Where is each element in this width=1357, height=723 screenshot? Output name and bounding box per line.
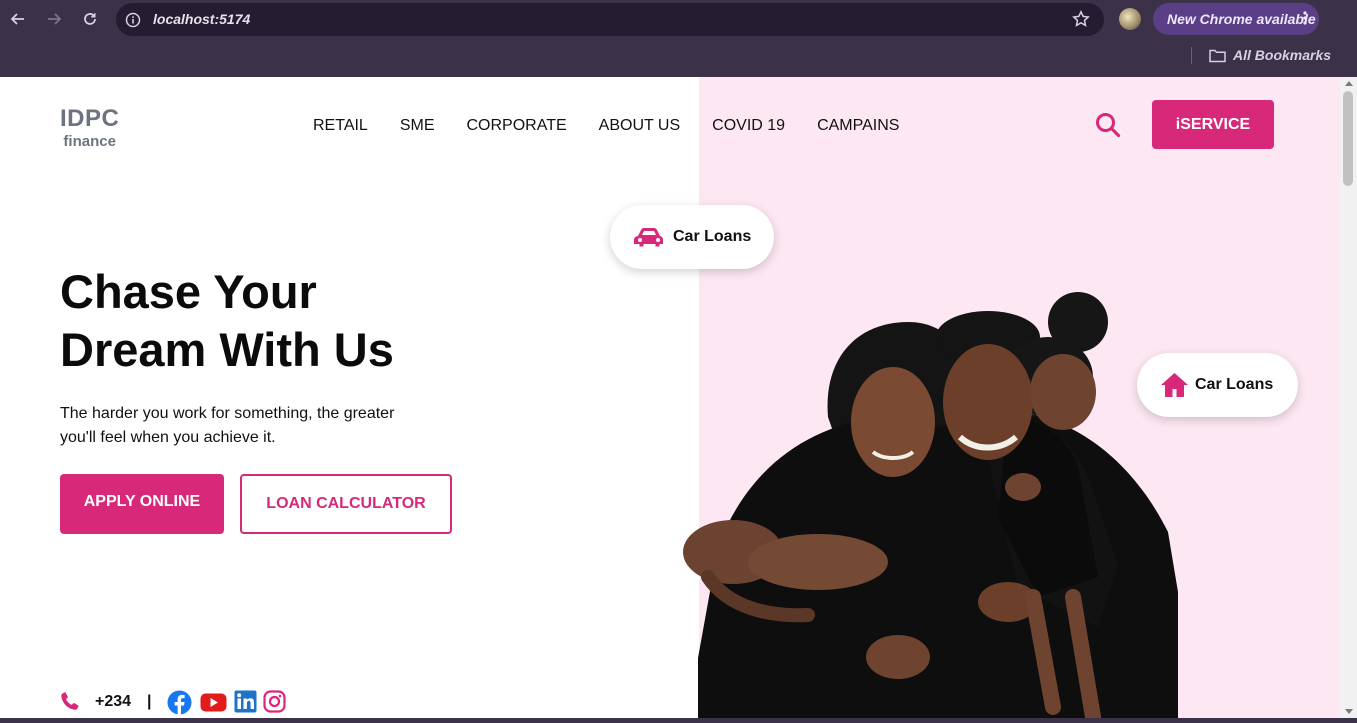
hero-title: Chase Your Dream With Us [60,263,520,379]
home-icon [1160,372,1189,398]
scroll-thumb[interactable] [1343,91,1353,186]
address-bar[interactable]: localhost:5174 [116,3,1104,36]
new-chrome-button[interactable]: New Chrome available [1153,3,1319,35]
nav-sme[interactable]: SME [400,117,435,135]
home-loans-chip[interactable]: Car Loans [1137,353,1298,417]
car-loans-chip[interactable]: Car Loans [610,205,774,269]
car-loans-chip-label: Car Loans [673,228,752,245]
nav-retail[interactable]: RETAIL [313,117,368,135]
scroll-up-arrow-icon[interactable] [1345,81,1353,86]
browser-toolbar: localhost:5174 New Chrome available All … [0,0,1357,77]
main-nav: RETAIL SME CORPORATE ABOUT US COVID 19 C… [313,117,931,135]
nav-corporate[interactable]: CORPORATE [467,117,567,135]
contact-separator: | [147,693,152,710]
nav-about-us[interactable]: ABOUT US [599,117,681,135]
site-info-icon[interactable] [125,12,141,33]
logo-main-text: IDPC [60,105,120,132]
car-icon [633,226,665,248]
bookmark-star-icon[interactable] [1072,10,1090,33]
logo-sub-text: finance [63,133,116,150]
all-bookmarks-link[interactable]: All Bookmarks [1233,47,1331,63]
url-text: localhost:5174 [153,11,251,27]
page-scrollbar[interactable] [1340,77,1357,718]
hero-subtitle: The harder you work for something, the g… [60,405,395,446]
hero-title-line-1: Chase Your [60,265,317,318]
forward-button[interactable] [43,8,65,30]
phone-icon [60,691,80,716]
instagram-icon[interactable] [263,690,288,715]
nav-campains[interactable]: CAMPAINS [817,117,899,135]
apply-online-button[interactable]: APPLY ONLINE [60,474,224,534]
family-photo [678,217,1178,718]
reload-button[interactable] [79,8,101,30]
youtube-icon[interactable] [200,690,227,715]
facebook-icon[interactable] [167,690,192,715]
search-button[interactable] [1094,111,1122,139]
loan-calculator-button[interactable]: LOAN CALCULATOR [240,474,452,534]
scroll-down-arrow-icon[interactable] [1345,709,1353,714]
back-arrow-icon [10,13,24,25]
profile-avatar[interactable] [1119,8,1141,30]
reload-icon [84,13,96,25]
window-bottom-edge [0,718,1357,723]
bookmarks-divider [1191,47,1192,64]
phone-number[interactable]: +234 [95,693,131,711]
update-label: New Chrome available [1167,11,1316,27]
hero-title-line-2: Dream With Us [60,323,394,376]
nav-covid-19[interactable]: COVID 19 [712,117,785,135]
page-viewport: IDPC finance RETAIL SME CORPORATE ABOUT … [0,77,1340,718]
search-icon [1096,113,1121,138]
folder-icon [1209,48,1226,68]
back-button[interactable] [7,8,29,30]
site-logo[interactable]: IDPC finance [60,105,119,151]
linkedin-icon[interactable] [234,690,259,715]
home-loans-chip-label: Car Loans [1195,376,1274,393]
more-menu-icon [1303,11,1307,28]
forward-arrow-icon [48,13,62,25]
iservice-button[interactable]: iSERVICE [1152,100,1274,149]
